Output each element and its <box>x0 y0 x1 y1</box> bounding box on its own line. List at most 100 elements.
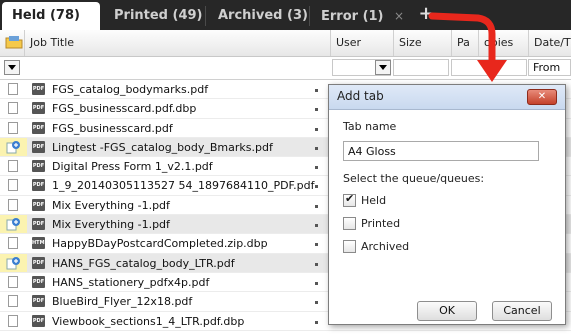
file-type-icon: PDF <box>32 160 45 173</box>
tab-error-label: Error (1) <box>321 9 384 24</box>
filter-row: From <box>0 57 571 80</box>
row-marker <box>315 127 318 131</box>
column-date-time[interactable]: Date/Tim <box>528 30 571 56</box>
pages-filter-box[interactable] <box>451 59 527 76</box>
ok-button[interactable]: OK <box>417 301 477 321</box>
tab-error[interactable]: Error (1) × <box>311 2 414 30</box>
dialog-title: Add tab <box>337 89 384 103</box>
row-status-cell <box>0 215 27 234</box>
page-icon <box>8 314 18 327</box>
file-type-icon: HTML <box>32 237 48 250</box>
add-tab-dialog: Add tab ✕ Tab name Select the queue/queu… <box>328 84 566 325</box>
row-status-cell <box>0 292 27 310</box>
page-icon <box>8 121 18 134</box>
row-marker <box>315 320 318 324</box>
row-marker <box>315 166 318 170</box>
row-status-cell <box>0 196 27 214</box>
column-pages[interactable]: Pa <box>451 30 478 56</box>
imposed-job-icon <box>6 140 20 154</box>
printed-checkbox[interactable] <box>343 217 356 230</box>
file-type-icon: PDF <box>32 275 45 288</box>
imposed-job-icon <box>6 256 20 270</box>
user-filter-box[interactable] <box>332 59 391 76</box>
column-copies[interactable]: opies <box>478 30 528 56</box>
tab-archived-label: Archived (3) <box>218 8 308 23</box>
dialog-title-bar[interactable]: Add tab ✕ <box>329 85 565 110</box>
job-title-cell: HANS_stationery_pdfx4p.pdf <box>52 275 210 289</box>
column-header-row: Job Title User Size Pa opies Date/Tim <box>0 30 571 57</box>
cancel-button[interactable]: Cancel <box>492 301 552 321</box>
tab-printed[interactable]: Printed (49) <box>104 2 213 30</box>
page-icon <box>8 198 18 211</box>
job-title-cell: HappyBDayPostcardCompleted.zip.dbp <box>52 237 268 251</box>
row-marker <box>315 262 318 266</box>
row-status-cell <box>0 176 27 194</box>
row-status-cell <box>0 234 27 252</box>
tab-name-label: Tab name <box>343 120 397 133</box>
size-filter-box[interactable] <box>393 59 449 76</box>
row-marker <box>315 301 318 305</box>
tab-close-icon[interactable]: × <box>394 9 404 23</box>
add-tab-button[interactable]: + <box>414 2 438 28</box>
imposed-job-icon <box>6 218 20 231</box>
tab-held-label: Held (78) <box>12 8 80 23</box>
archived-checkbox-label: Archived <box>361 240 410 253</box>
tab-divider <box>205 6 206 26</box>
row-marker <box>315 89 318 92</box>
row-status-cell <box>0 273 27 291</box>
job-title-cell: BlueBird_Flyer_12x18.pdf <box>52 295 193 309</box>
tab-bar: Held (78) Printed (49) Archived (3) Erro… <box>0 0 571 30</box>
file-type-icon: PDF <box>32 218 45 231</box>
job-title-cell: FGS_businesscard.pdf <box>52 121 173 135</box>
tab-held[interactable]: Held (78) <box>2 2 100 30</box>
page-icon <box>8 102 18 115</box>
held-checkbox[interactable] <box>343 192 356 207</box>
row-status-cell <box>0 312 27 330</box>
file-type-icon: PDF <box>32 179 45 192</box>
page-icon <box>8 237 18 250</box>
archived-checkbox[interactable] <box>343 240 356 253</box>
date-from-filter[interactable]: From <box>528 59 571 76</box>
row-marker <box>315 204 318 208</box>
tab-name-input[interactable] <box>343 141 539 161</box>
row-marker <box>315 108 318 112</box>
row-status-cell <box>0 137 27 157</box>
folder-icon[interactable] <box>5 35 23 49</box>
file-type-icon: PDF <box>32 256 45 269</box>
file-type-icon: PDF <box>32 295 45 308</box>
page-icon <box>8 275 18 288</box>
job-title-cell: Viewbook_sections1_4_LTR.pdf.dbp <box>52 314 245 328</box>
row-status-cell <box>0 119 27 137</box>
job-title-cell: HANS_FGS_catalog_body_LTR.pdf <box>52 256 235 270</box>
job-title-cell: 1_9_20140305113527 54_1897684110_PDF.pdf <box>52 179 315 193</box>
row-marker <box>315 146 318 150</box>
column-size[interactable]: Size <box>393 30 451 56</box>
row-status-cell <box>0 253 27 272</box>
row-marker <box>315 281 318 285</box>
user-filter-dropdown[interactable] <box>375 60 391 75</box>
file-type-icon: PDF <box>32 121 45 134</box>
job-title-cell: Mix Everything -1.pdf <box>52 198 170 212</box>
page-icon <box>8 83 18 95</box>
file-type-icon: PDF <box>32 314 45 327</box>
job-title-cell: Mix Everything -1.pdf <box>52 218 170 232</box>
page-icon <box>8 179 18 192</box>
queue-select-label: Select the queue/queues: <box>343 172 485 185</box>
column-user[interactable]: User <box>330 30 393 56</box>
tab-archived[interactable]: Archived (3) <box>208 2 318 30</box>
file-type-icon: PDF <box>32 198 45 211</box>
tab-printed-label: Printed (49) <box>114 8 203 23</box>
file-type-icon: PDF <box>32 83 45 95</box>
printed-checkbox-label: Printed <box>361 217 401 230</box>
job-title-cell: FGS_businesscard.pdf.dbp <box>52 102 197 116</box>
job-title-cell: Lingtest -FGS_catalog_body_Bmarks.pdf <box>52 140 273 154</box>
type-filter-dropdown[interactable] <box>4 60 20 75</box>
file-type-icon: PDF <box>32 102 45 115</box>
row-status-cell <box>0 99 27 117</box>
row-status-cell <box>0 157 27 175</box>
column-job-title[interactable]: Job Title <box>24 30 330 56</box>
close-icon[interactable]: ✕ <box>527 89 557 105</box>
row-status-cell <box>0 80 27 98</box>
row-marker <box>315 185 318 189</box>
job-title-cell: FGS_catalog_bodymarks.pdf <box>52 83 209 96</box>
